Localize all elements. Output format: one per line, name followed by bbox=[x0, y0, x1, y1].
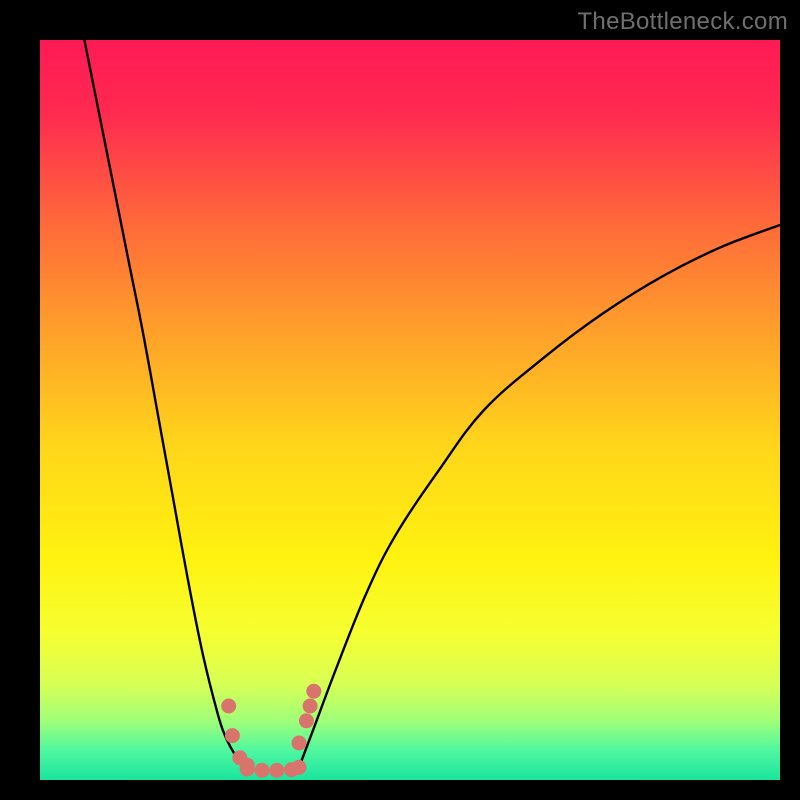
plot-area bbox=[40, 40, 780, 780]
data-marker bbox=[303, 699, 318, 714]
data-marker bbox=[225, 728, 240, 743]
data-marker bbox=[255, 763, 270, 778]
watermark-text: TheBottleneck.com bbox=[577, 8, 788, 36]
data-marker bbox=[269, 763, 284, 778]
data-marker bbox=[221, 699, 236, 714]
chart-frame: TheBottleneck.com bbox=[0, 0, 800, 800]
curve-curve-left bbox=[84, 40, 247, 769]
data-marker bbox=[306, 684, 321, 699]
data-marker bbox=[299, 713, 314, 728]
curve-curve-right bbox=[299, 225, 780, 767]
data-marker bbox=[292, 760, 307, 775]
curve-layer bbox=[40, 40, 780, 780]
data-marker bbox=[292, 736, 307, 751]
data-marker bbox=[240, 761, 255, 776]
